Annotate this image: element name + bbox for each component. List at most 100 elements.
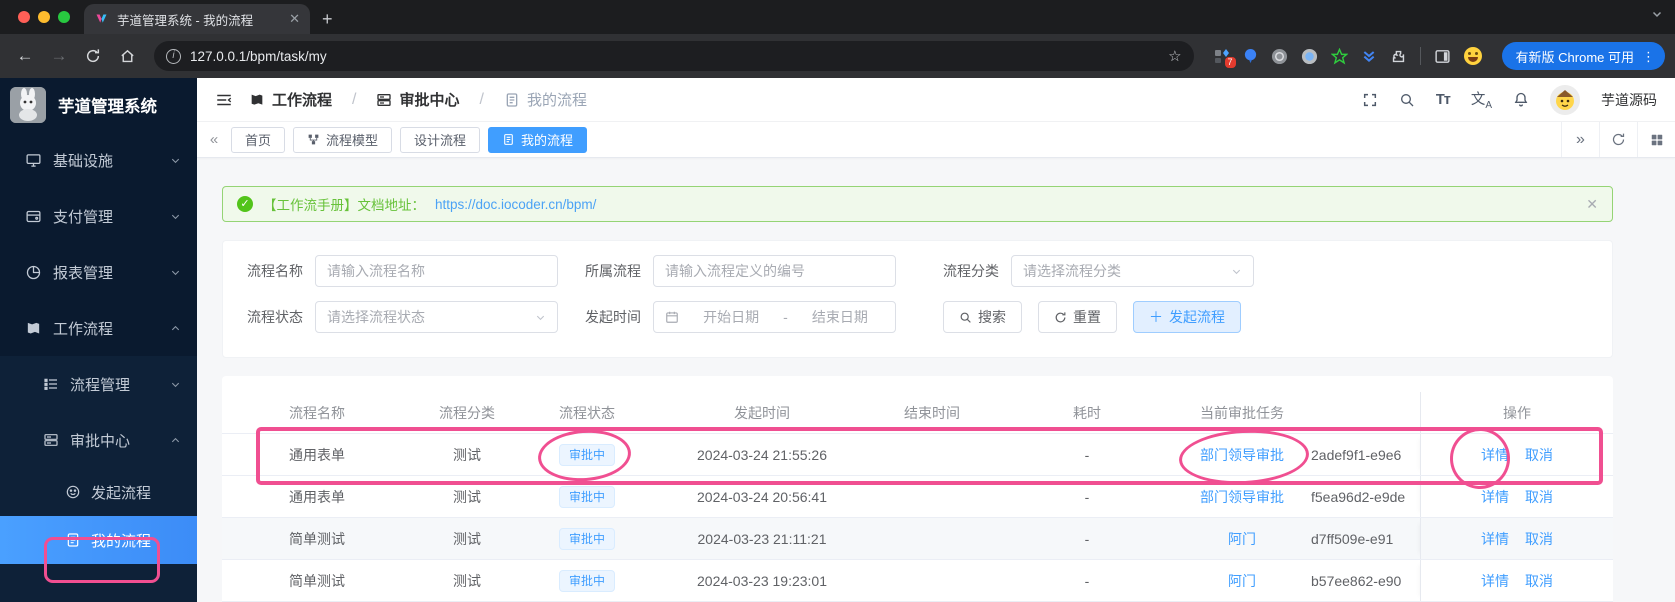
- fullscreen-icon[interactable]: [1362, 92, 1378, 108]
- window-controls: [0, 0, 84, 34]
- layout-grid-icon[interactable]: [1637, 122, 1675, 157]
- cancel-link[interactable]: 取消: [1525, 445, 1553, 465]
- tab-label: 首页: [245, 133, 272, 148]
- url-text[interactable]: 127.0.0.1/bpm/task/my: [190, 49, 1159, 64]
- tabs-scroll-left-icon[interactable]: «: [197, 131, 231, 148]
- process-key-input[interactable]: 请输入流程定义的编号: [653, 255, 896, 287]
- browser-tabstrip: 芋道管理系统 - 我的流程 ✕ +: [0, 0, 1675, 34]
- browser-tab[interactable]: 芋道管理系统 - 我的流程 ✕: [84, 4, 310, 34]
- breadcrumb-item-workflow[interactable]: 工作流程: [249, 89, 332, 110]
- banner-text: 【工作流手册】文档地址：: [263, 198, 425, 213]
- home-button[interactable]: [112, 48, 142, 65]
- extension-icon-balloon[interactable]: [1243, 48, 1258, 65]
- app-title: 芋道管理系统: [58, 98, 157, 116]
- sidebar-item-start-process[interactable]: 发起流程: [0, 468, 197, 516]
- browser-tab-title: 芋道管理系统 - 我的流程: [117, 13, 254, 28]
- site-info-icon[interactable]: i: [166, 48, 181, 64]
- layers-icon: [377, 93, 392, 106]
- search-icon[interactable]: [1399, 92, 1415, 108]
- placeholder: 请输入流程定义的编号: [665, 263, 805, 279]
- current-task-link[interactable]: 阿门: [1182, 571, 1302, 591]
- banner-doc-link[interactable]: https://doc.iocoder.cn/bpm/: [435, 197, 596, 212]
- process-name-input[interactable]: 请输入流程名称: [315, 255, 558, 287]
- cancel-link[interactable]: 取消: [1525, 529, 1553, 549]
- forward-button[interactable]: →: [44, 46, 74, 66]
- model-icon: [308, 134, 319, 145]
- cancel-link[interactable]: 取消: [1525, 571, 1553, 591]
- translate-icon[interactable]: 文A: [1471, 88, 1492, 111]
- side-panel-icon[interactable]: [1434, 48, 1451, 65]
- sidebar-item-workflow[interactable]: 工作流程: [0, 300, 197, 356]
- browser-menu-icon[interactable]: ⋮: [1642, 50, 1655, 63]
- sidebar-item-my-process[interactable]: 我的流程: [0, 516, 197, 564]
- refresh-view-icon[interactable]: [1599, 122, 1637, 157]
- username[interactable]: 芋道源码: [1601, 90, 1657, 110]
- tab-process-model[interactable]: 流程模型: [293, 126, 393, 153]
- cell-duration: -: [1084, 446, 1090, 463]
- minimize-window-button[interactable]: [38, 11, 50, 23]
- chevron-down-icon: [170, 211, 181, 222]
- close-window-button[interactable]: [18, 11, 30, 23]
- filter-row-2: 流程状态 请选择流程状态 发起时间 开始日期 - 结束日期 搜索 重置 ＋ 发起…: [247, 301, 1588, 333]
- reset-button[interactable]: 重置: [1038, 301, 1117, 333]
- cell-status: 审批中: [522, 485, 652, 508]
- search-button[interactable]: 搜索: [943, 301, 1022, 333]
- tabs-scroll-right-icon[interactable]: »: [1561, 122, 1599, 157]
- current-task-link[interactable]: 部门领导审批: [1182, 487, 1302, 507]
- page-content: ✓ 【工作流手册】文档地址： https://doc.iocoder.cn/bp…: [197, 158, 1675, 602]
- bell-icon[interactable]: [1513, 91, 1529, 108]
- cell-process-id: d7ff509e-e91: [1311, 530, 1394, 547]
- tab-my-process[interactable]: 我的流程: [488, 126, 588, 153]
- back-button[interactable]: ←: [10, 46, 40, 66]
- detail-link[interactable]: 详情: [1481, 487, 1509, 507]
- extension-icon-chevrons[interactable]: [1361, 48, 1377, 64]
- tab-design-process[interactable]: 设计流程: [400, 126, 481, 153]
- collapse-sidebar-icon[interactable]: [215, 91, 233, 109]
- detail-link[interactable]: 详情: [1481, 529, 1509, 549]
- detail-link[interactable]: 详情: [1481, 571, 1509, 591]
- extension-icon-3[interactable]: [1301, 48, 1318, 65]
- sidebar-item-reports[interactable]: 报表管理: [0, 244, 197, 300]
- new-tab-button[interactable]: +: [322, 9, 333, 30]
- current-task-link[interactable]: 部门领导审批: [1182, 445, 1302, 465]
- cell-process-id: b57ee862-e90: [1311, 572, 1402, 589]
- profile-emoji-icon[interactable]: [1463, 47, 1482, 65]
- sidebar-item-approval-center[interactable]: 审批中心: [0, 412, 197, 468]
- create-process-button[interactable]: ＋ 发起流程: [1133, 301, 1241, 333]
- extension-icon-star[interactable]: [1330, 47, 1348, 65]
- cell-process-name: 简单测试: [289, 530, 345, 547]
- banner-close-icon[interactable]: ✕: [1586, 196, 1598, 213]
- date-range-picker[interactable]: 开始日期 - 结束日期: [653, 301, 896, 333]
- sidebar-item-payment[interactable]: 支付管理: [0, 188, 197, 244]
- extension-icon-2[interactable]: [1271, 48, 1288, 65]
- tab-search-chevron-icon[interactable]: [1651, 8, 1663, 20]
- table-row: 通用表单 测试 审批中 2024-03-24 21:55:26 - 部门领导审批…: [222, 434, 1613, 476]
- tab-close-icon[interactable]: ✕: [289, 11, 300, 27]
- tab-home[interactable]: 首页: [231, 126, 286, 153]
- extension-icon-1[interactable]: 7: [1214, 48, 1236, 68]
- app-logo-row[interactable]: 芋道管理系统: [0, 78, 197, 132]
- view-tab-bar: « 首页 流程模型 设计流程 我的流程 »: [197, 122, 1675, 158]
- tab-label: 我的流程: [521, 133, 574, 148]
- sidebar-item-label: 基础设施: [53, 152, 114, 170]
- breadcrumb-item-approval-center[interactable]: 审批中心: [376, 89, 459, 110]
- user-avatar[interactable]: [1550, 84, 1580, 115]
- category-select[interactable]: 请选择流程分类: [1011, 255, 1254, 287]
- chrome-update-button[interactable]: 有新版 Chrome 可用 ⋮: [1501, 42, 1665, 70]
- address-bar[interactable]: i 127.0.0.1/bpm/task/my ☆: [154, 41, 1194, 71]
- placeholder: 请选择流程分类: [1023, 263, 1121, 279]
- bookmark-star-icon[interactable]: ☆: [1168, 47, 1181, 65]
- maximize-window-button[interactable]: [58, 11, 70, 23]
- reload-button[interactable]: [78, 48, 108, 64]
- sidebar-item-process-management[interactable]: 流程管理: [0, 356, 197, 412]
- extensions-puzzle-icon[interactable]: [1390, 48, 1407, 65]
- status-select[interactable]: 请选择流程状态: [315, 301, 558, 333]
- detail-link[interactable]: 详情: [1481, 445, 1509, 465]
- font-size-icon[interactable]: Tᴛ: [1436, 92, 1451, 108]
- col-header-start-time: 发起时间: [734, 404, 790, 421]
- current-task-link[interactable]: 阿门: [1182, 529, 1302, 549]
- tab-label: 设计流程: [414, 133, 467, 148]
- sidebar-item-label: 报表管理: [53, 264, 114, 282]
- cancel-link[interactable]: 取消: [1525, 487, 1553, 507]
- sidebar-item-infrastructure[interactable]: 基础设施: [0, 132, 197, 188]
